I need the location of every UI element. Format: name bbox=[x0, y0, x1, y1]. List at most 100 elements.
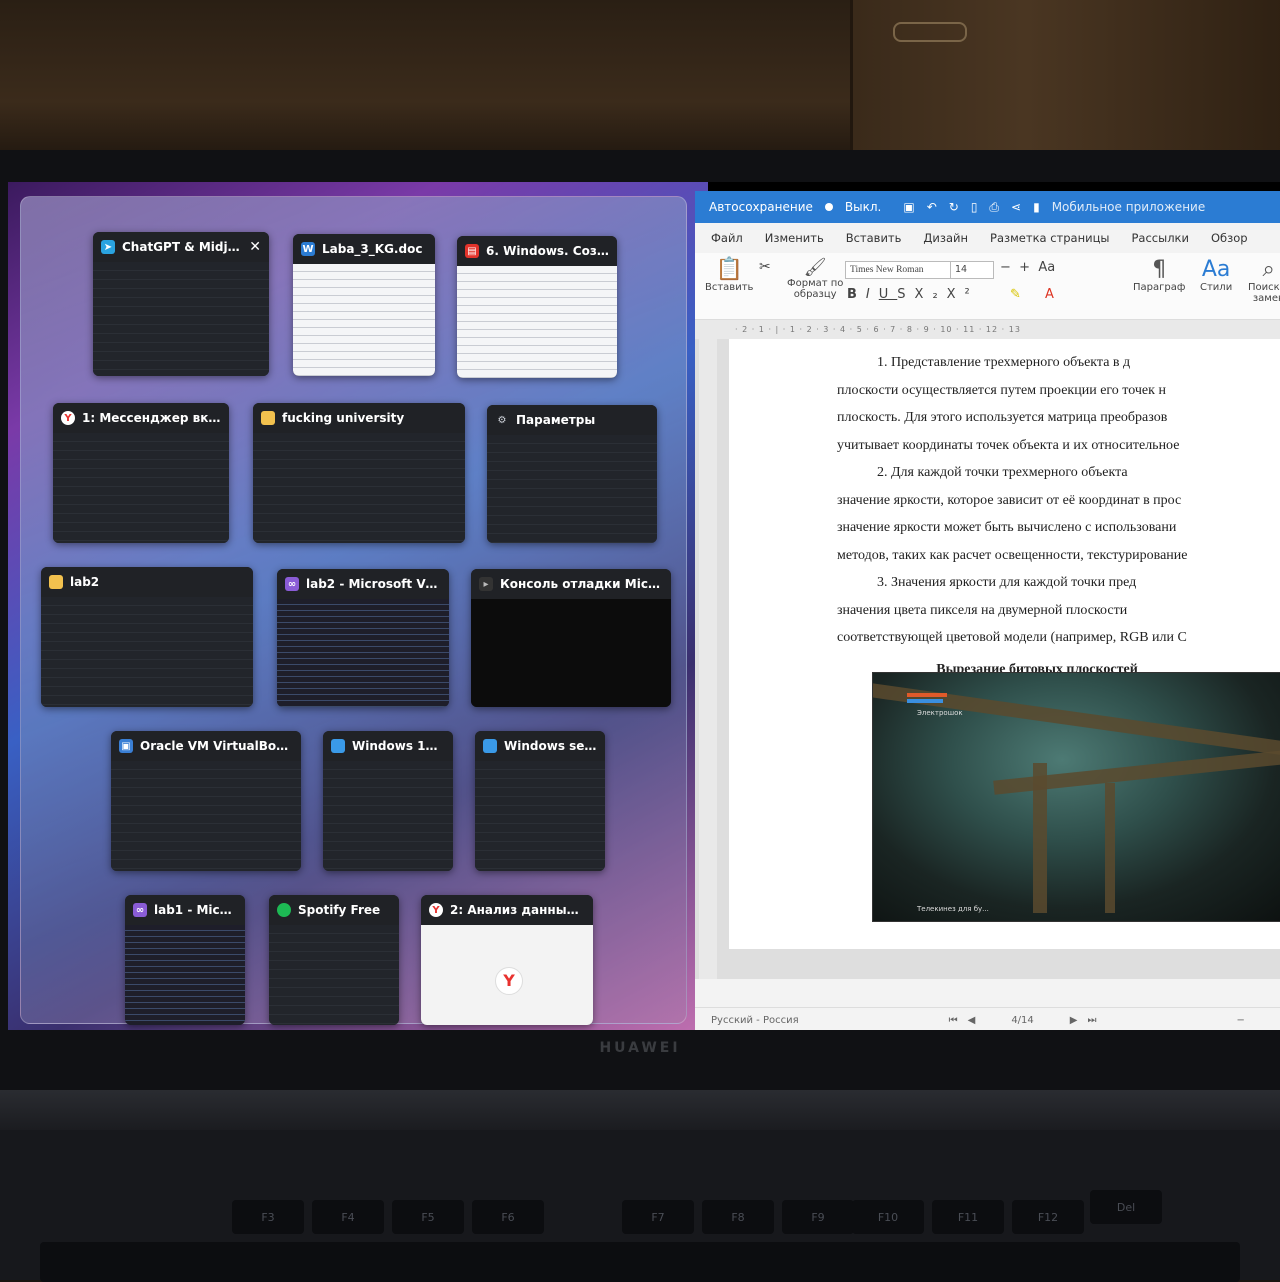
paste-button[interactable]: 📋 Вставить bbox=[705, 257, 753, 293]
snap-assist-panel: ➤ ChatGPT & Midjou... ✕ W Laba_3_KG.doc ▤ 6.… bbox=[20, 196, 687, 1025]
window-title: 6. Windows. Создание... bbox=[486, 244, 609, 258]
window-thumbnail[interactable]: fucking university bbox=[253, 403, 465, 543]
document-area: 1. Представление трехмерного объекта в д… bbox=[695, 339, 1280, 979]
window-thumbnail[interactable]: lab2 bbox=[41, 567, 253, 707]
window-thumbnail[interactable]: ➤ ChatGPT & Midjou... ✕ bbox=[93, 232, 269, 376]
font-size-select[interactable]: 14 bbox=[950, 261, 994, 279]
mobile-icon[interactable]: ▮ bbox=[1033, 200, 1040, 214]
window-title: fucking university bbox=[282, 411, 405, 425]
tab-design[interactable]: Дизайн bbox=[923, 231, 968, 245]
doc-line: плоскости осуществляется путем проекции … bbox=[837, 382, 1166, 398]
autosave-toggle[interactable] bbox=[824, 203, 833, 211]
window-thumbnail[interactable]: Spotify Free bbox=[269, 895, 399, 1025]
window-thumbnail[interactable]: W Laba_3_KG.doc bbox=[293, 234, 435, 376]
window-preview: Y bbox=[421, 925, 593, 1025]
next-page-icon[interactable]: ▶ bbox=[1070, 1015, 1078, 1026]
font-color-icon[interactable]: A bbox=[1045, 287, 1054, 302]
print-icon[interactable]: ⎙ bbox=[989, 200, 999, 215]
window-preview bbox=[475, 761, 605, 871]
undo-icon[interactable]: ↶ bbox=[927, 200, 937, 214]
doc-line: значение яркости может быть вычислено с … bbox=[837, 520, 1177, 535]
window-title: Oracle VM VirtualBox Менед... bbox=[140, 739, 293, 753]
ribbon: 📋 Вставить ✂ 🖌 Формат по образцу Times N… bbox=[695, 253, 1280, 320]
font-size-controls[interactable]: − + Aa bbox=[1000, 260, 1055, 275]
tab-insert[interactable]: Вставить bbox=[846, 231, 902, 245]
window-thumbnail[interactable]: Windows server... bbox=[475, 731, 605, 871]
window-preview bbox=[111, 761, 301, 871]
new-doc-icon[interactable]: ▯ bbox=[971, 200, 978, 214]
visual-studio-icon: ∞ bbox=[133, 903, 147, 917]
telegram-icon: ➤ bbox=[101, 240, 115, 254]
window-thumbnail[interactable]: ∞ lab2 - Microsoft Visual St... bbox=[277, 569, 449, 707]
health-bar bbox=[907, 693, 947, 697]
doc-line: значения цвета пикселя на двумерной плос… bbox=[837, 602, 1128, 618]
tab-mailings[interactable]: Рассылки bbox=[1132, 231, 1189, 245]
zoom-out-icon[interactable]: − bbox=[1236, 1015, 1244, 1026]
window-thumbnail[interactable]: ▣ Oracle VM VirtualBox Менед... bbox=[111, 731, 301, 871]
language-status[interactable]: Русский - Россия bbox=[711, 1015, 799, 1026]
autosave-state: Выкл. bbox=[844, 200, 882, 214]
window-preview bbox=[323, 761, 453, 871]
cut-icon[interactable]: ✂ bbox=[759, 259, 771, 275]
window-preview bbox=[277, 599, 449, 707]
format-painter-label-2: образцу bbox=[793, 289, 837, 300]
paste-label: Вставить bbox=[705, 282, 754, 293]
keyboard-key: F4 bbox=[312, 1200, 384, 1234]
format-buttons[interactable]: BIUSX₂X² bbox=[847, 287, 979, 302]
window-preview bbox=[471, 599, 671, 707]
last-page-icon[interactable]: ⏭ bbox=[1087, 1015, 1096, 1026]
window-thumbnail[interactable]: ▸ Консоль отладки Microsoft Vis... bbox=[471, 569, 671, 707]
doc-line: плоскость. Для этого используется матриц… bbox=[837, 410, 1168, 425]
font-name-select[interactable]: Times New Roman bbox=[845, 261, 951, 279]
share-icon[interactable]: ⋖ bbox=[1011, 200, 1021, 214]
search-icon: ⌕ bbox=[1262, 257, 1275, 282]
paragraph-button[interactable]: ¶ Параграф bbox=[1133, 257, 1185, 293]
hud-label: Телекинез для бу... bbox=[917, 905, 989, 913]
word-window: Автосохранение Выкл. ▣ ↶ ↻ ▯ ⎙ ⋖ ▮ Мобил… bbox=[695, 191, 1280, 1030]
keyboard-key: F9 bbox=[782, 1200, 854, 1234]
keyboard-key bbox=[40, 1242, 1240, 1282]
keyboard-key: Del bbox=[1090, 1190, 1162, 1224]
window-thumbnail[interactable]: Y 1: Мессенджер вкладка з... bbox=[53, 403, 229, 543]
embedded-game-screenshot[interactable]: Электрошок Телекинез для бу... bbox=[872, 672, 1280, 922]
tab-file[interactable]: Файл bbox=[711, 231, 743, 245]
styles-button[interactable]: Aa Стили bbox=[1200, 257, 1232, 293]
keyboard-deck: F3 F4 F5 F6 F7 F8 F9 F10 F11 F12 Del bbox=[0, 1130, 1280, 1282]
window-thumbnail[interactable]: ⚙ Параметры bbox=[487, 405, 657, 543]
window-title: Windows server... bbox=[504, 739, 597, 753]
doc-line: учитывает координаты точек объекта и их … bbox=[837, 437, 1180, 453]
highlight-icon[interactable]: ✎ bbox=[1010, 287, 1021, 302]
format-painter-button[interactable]: 🖌 Формат по образцу bbox=[787, 257, 843, 300]
close-icon[interactable]: ✕ bbox=[249, 239, 261, 255]
yandex-logo-icon: Y bbox=[495, 967, 523, 995]
window-title: lab2 - Microsoft Visual St... bbox=[306, 577, 441, 591]
folder-icon bbox=[261, 411, 275, 425]
redo-icon[interactable]: ↻ bbox=[949, 200, 959, 214]
window-thumbnail[interactable]: ∞ lab1 - Microsof... bbox=[125, 895, 245, 1025]
window-title: Параметры bbox=[516, 413, 596, 427]
visual-studio-icon: ∞ bbox=[285, 577, 299, 591]
tab-review[interactable]: Обзор bbox=[1211, 231, 1248, 245]
pillar bbox=[1105, 783, 1115, 913]
mobile-app-link[interactable]: Мобильное приложение bbox=[1052, 200, 1206, 214]
keyboard-key: F11 bbox=[932, 1200, 1004, 1234]
window-preview bbox=[269, 925, 399, 1025]
window-thumbnail[interactable]: Windows 10 [Раб... bbox=[323, 731, 453, 871]
page-indicator: 4/14 bbox=[1011, 1014, 1034, 1026]
horizontal-ruler: · 2 · 1 · | · 1 · 2 · 3 · 4 · 5 · 6 · 7 … bbox=[695, 320, 1280, 341]
prev-page-icon[interactable]: ◀ bbox=[968, 1015, 976, 1026]
window-title: lab2 bbox=[70, 575, 100, 589]
find-label: Поиск и bbox=[1248, 282, 1280, 293]
tab-edit[interactable]: Изменить bbox=[765, 231, 824, 245]
autosave-label: Автосохранение bbox=[709, 200, 813, 214]
find-replace-button[interactable]: ⌕ Поиск и замен bbox=[1248, 257, 1280, 304]
pillar bbox=[1033, 763, 1047, 913]
window-thumbnail[interactable]: Y 2: Анализ данных — Янд... Y bbox=[421, 895, 593, 1025]
window-thumbnail[interactable]: ▤ 6. Windows. Создание... bbox=[457, 236, 617, 378]
hud-label: Электрошок bbox=[917, 709, 963, 717]
first-page-icon[interactable]: ⏮ bbox=[949, 1015, 958, 1026]
window-title: Windows 10 [Раб... bbox=[352, 739, 445, 753]
doc-line: значение яркости, которое зависит от её … bbox=[837, 492, 1182, 508]
save-icon[interactable]: ▣ bbox=[903, 200, 914, 214]
tab-layout[interactable]: Разметка страницы bbox=[990, 231, 1109, 245]
